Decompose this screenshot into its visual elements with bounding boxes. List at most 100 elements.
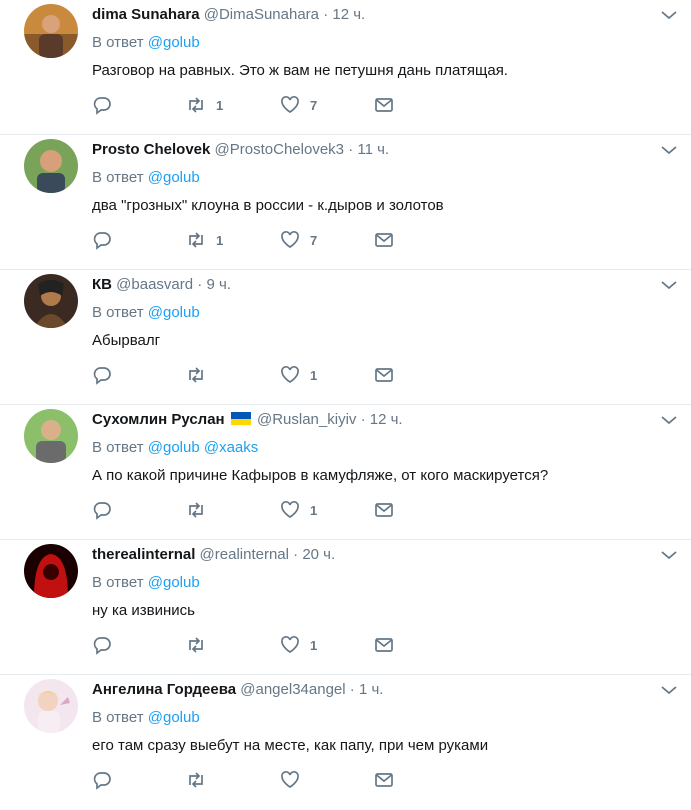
timestamp[interactable]: 11 ч. xyxy=(357,141,389,158)
retweet-icon xyxy=(189,97,203,113)
reply-button[interactable] xyxy=(92,770,186,790)
timestamp[interactable]: 20 ч. xyxy=(302,546,335,563)
tweet-header: therealinternal @realinternal · 20 ч. xyxy=(92,540,673,570)
tweet[interactable]: Prosto Chelovek @ProstoChelovek3 · 11 ч.… xyxy=(0,135,691,270)
like-button[interactable]: 7 xyxy=(280,230,374,250)
timestamp[interactable]: 9 ч. xyxy=(206,276,231,293)
user-handle[interactable]: @realinternal xyxy=(200,546,289,563)
display-name[interactable]: Сухомлин Руслан xyxy=(92,411,225,428)
reply-context: В ответ @golub xyxy=(92,300,673,326)
display-name[interactable]: КВ xyxy=(92,276,112,293)
mention-link[interactable]: @golub xyxy=(148,304,200,321)
tweet-actions xyxy=(92,767,468,793)
tweet-actions: 1 7 xyxy=(92,227,468,253)
chevron-down-icon[interactable] xyxy=(659,683,679,697)
reply-button[interactable] xyxy=(92,365,186,385)
retweet-icon xyxy=(189,637,203,653)
tweet[interactable]: Сухомлин Руслан @Ruslan_kiyiv · 12 ч. В … xyxy=(0,405,691,540)
tweet-header: Ангелина Гордеева @angel34angel · 1 ч. xyxy=(92,675,673,705)
heart-icon xyxy=(281,771,299,789)
timestamp[interactable]: 12 ч. xyxy=(332,6,365,23)
tweet-header: КВ @baasvard · 9 ч. xyxy=(92,270,673,300)
retweet-button[interactable]: 1 xyxy=(186,230,280,250)
retweet-button[interactable]: 1 xyxy=(186,95,280,115)
display-name[interactable]: therealinternal xyxy=(92,546,195,563)
like-button[interactable] xyxy=(280,770,374,790)
avatar[interactable] xyxy=(24,4,78,58)
reply-icon xyxy=(93,502,111,520)
reply-icon xyxy=(93,232,111,250)
like-button[interactable]: 7 xyxy=(280,95,374,115)
reply-prefix: В ответ xyxy=(92,709,144,726)
retweet-button[interactable] xyxy=(186,770,280,790)
direct-message-button[interactable] xyxy=(374,500,468,520)
chevron-down-icon[interactable] xyxy=(659,278,679,292)
reply-button[interactable] xyxy=(92,635,186,655)
heart-icon xyxy=(281,96,299,114)
tweet[interactable]: therealinternal @realinternal · 20 ч. В … xyxy=(0,540,691,675)
reply-icon xyxy=(93,367,111,385)
chevron-down-icon[interactable] xyxy=(659,143,679,157)
mention-link[interactable]: @xaaks xyxy=(204,439,258,456)
separator-dot: · xyxy=(360,411,366,428)
user-handle[interactable]: @DimaSunahara xyxy=(204,6,319,23)
tweet-text: Разговор на равных. Это ж вам не петушня… xyxy=(92,62,508,79)
tweet-text: А по какой причине Кафыров в камуфляже, … xyxy=(92,467,549,484)
tweet[interactable]: dima Sunahara @DimaSunahara · 12 ч. В от… xyxy=(0,0,691,135)
retweet-button[interactable] xyxy=(186,500,280,520)
reply-prefix: В ответ xyxy=(92,574,144,591)
direct-message-button[interactable] xyxy=(374,770,468,790)
envelope-icon xyxy=(375,368,393,382)
user-handle[interactable]: @ProstoChelovek3 xyxy=(215,141,344,158)
user-handle[interactable]: @baasvard xyxy=(116,276,193,293)
avatar[interactable] xyxy=(24,139,78,193)
tweet-actions: 1 xyxy=(92,632,468,658)
direct-message-button[interactable] xyxy=(374,365,468,385)
avatar[interactable] xyxy=(24,544,78,598)
mention-link[interactable]: @golub xyxy=(148,439,200,456)
chevron-down-icon[interactable] xyxy=(659,413,679,427)
user-handle[interactable]: @angel34angel xyxy=(240,681,345,698)
reply-button[interactable] xyxy=(92,230,186,250)
reply-timeline: dima Sunahara @DimaSunahara · 12 ч. В от… xyxy=(0,0,691,810)
like-count: 7 xyxy=(310,97,318,113)
mention-link[interactable]: @golub xyxy=(148,709,200,726)
direct-message-button[interactable] xyxy=(374,95,468,115)
retweet-button[interactable] xyxy=(186,635,280,655)
chevron-down-icon[interactable] xyxy=(659,548,679,562)
avatar[interactable] xyxy=(24,409,78,463)
direct-message-button[interactable] xyxy=(374,635,468,655)
tweet[interactable]: Ангелина Гордеева @angel34angel · 1 ч. В… xyxy=(0,675,691,810)
mention-link[interactable]: @golub xyxy=(148,169,200,186)
like-count: 1 xyxy=(310,367,318,383)
timestamp[interactable]: 1 ч. xyxy=(359,681,384,698)
retweet-icon xyxy=(189,502,203,518)
ukraine-flag-icon xyxy=(230,412,251,425)
user-handle[interactable]: @Ruslan_kiyiv xyxy=(257,411,356,428)
heart-icon xyxy=(281,501,299,519)
like-button[interactable]: 1 xyxy=(280,635,374,655)
avatar[interactable] xyxy=(24,679,78,733)
avatar[interactable] xyxy=(24,274,78,328)
chevron-down-icon[interactable] xyxy=(659,8,679,22)
like-button[interactable]: 1 xyxy=(280,500,374,520)
tweet-header: dima Sunahara @DimaSunahara · 12 ч. xyxy=(92,0,673,30)
timestamp[interactable]: 12 ч. xyxy=(370,411,403,428)
like-button[interactable]: 1 xyxy=(280,365,374,385)
reply-context: В ответ @golub xyxy=(92,705,673,731)
tweet-header: Сухомлин Руслан @Ruslan_kiyiv · 12 ч. xyxy=(92,405,673,435)
display-name[interactable]: Prosto Chelovek xyxy=(92,141,210,158)
retweet-button[interactable] xyxy=(186,365,280,385)
tweet-text: его там сразу выебут на месте, как папу,… xyxy=(92,737,489,754)
reply-button[interactable] xyxy=(92,95,186,115)
display-name[interactable]: dima Sunahara xyxy=(92,6,200,23)
reply-button[interactable] xyxy=(92,500,186,520)
envelope-icon xyxy=(375,638,393,652)
tweet-text: два "грозных" клоуна в россии - к.дыров … xyxy=(92,197,444,214)
mention-link[interactable]: @golub xyxy=(148,574,200,591)
mention-link[interactable]: @golub xyxy=(148,34,200,51)
reply-icon xyxy=(93,772,111,790)
display-name[interactable]: Ангелина Гордеева xyxy=(92,681,236,698)
tweet[interactable]: КВ @baasvard · 9 ч. В ответ @golub Абырв… xyxy=(0,270,691,405)
direct-message-button[interactable] xyxy=(374,230,468,250)
